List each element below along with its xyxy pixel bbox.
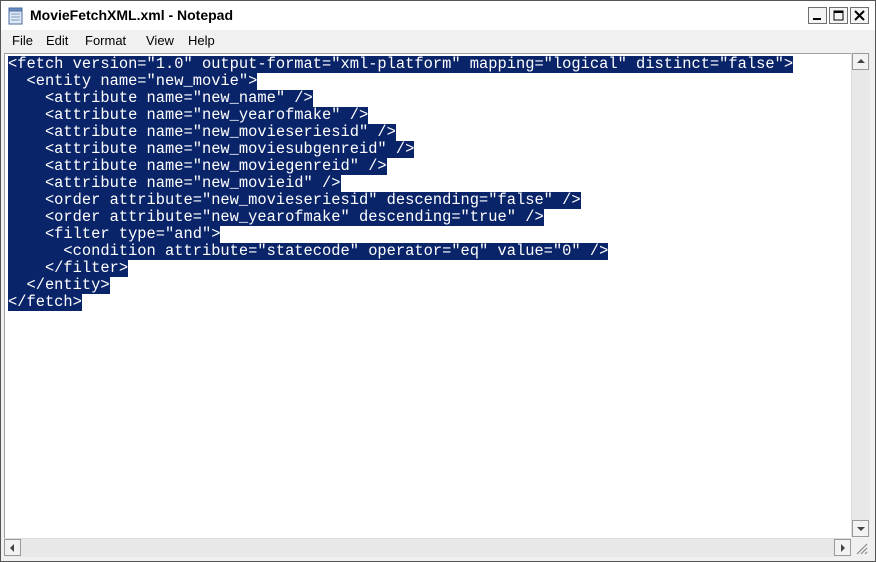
menu-file[interactable]: File: [12, 33, 33, 48]
arrow-right-icon: [841, 544, 845, 552]
text-line[interactable]: <fetch version="1.0" output-format="xml-…: [8, 56, 794, 73]
text-line[interactable]: <order attribute="new_yearofmake" descen…: [8, 209, 544, 226]
arrow-left-icon: [10, 544, 14, 552]
arrow-up-icon: [857, 59, 865, 63]
resize-grip-icon: [856, 543, 868, 555]
menu-format[interactable]: Format: [85, 33, 126, 48]
resize-grip[interactable]: [851, 538, 869, 556]
text-line[interactable]: <attribute name="new_moviegenreid" />: [8, 158, 387, 175]
text-line[interactable]: <condition attribute="statecode" operato…: [8, 243, 609, 260]
arrow-down-icon: [857, 527, 865, 531]
text-line[interactable]: </entity>: [8, 277, 110, 294]
horizontal-scrollbar[interactable]: [4, 538, 851, 557]
menu-edit[interactable]: Edit: [46, 33, 68, 48]
minimize-button[interactable]: [808, 7, 827, 24]
text-line[interactable]: <order attribute="new_movieseriesid" des…: [8, 192, 581, 209]
text-line[interactable]: </filter>: [8, 260, 129, 277]
maximize-button[interactable]: [829, 7, 848, 24]
notepad-window: MovieFetchXML.xml - Notepad File Edit Fo…: [0, 0, 876, 562]
text-line[interactable]: <attribute name="new_movieid" />: [8, 175, 341, 192]
text-editor[interactable]: <fetch version="1.0" output-format="xml-…: [4, 53, 851, 538]
text-line[interactable]: <attribute name="new_moviesubgenreid" />: [8, 141, 415, 158]
vertical-scrollbar[interactable]: [851, 53, 870, 537]
text-line[interactable]: <filter type="and">: [8, 226, 221, 243]
menu-help[interactable]: Help: [188, 33, 215, 48]
close-button[interactable]: [850, 7, 869, 24]
minimize-icon: [813, 18, 821, 20]
notepad-icon[interactable]: [8, 7, 24, 25]
scroll-up-button[interactable]: [852, 53, 869, 70]
text-line[interactable]: <entity name="new_movie">: [8, 73, 258, 90]
text-line[interactable]: </fetch>: [8, 294, 82, 311]
window-title: MovieFetchXML.xml - Notepad: [30, 7, 234, 23]
text-line[interactable]: <attribute name="new_movieseriesid" />: [8, 124, 396, 141]
text-line[interactable]: <attribute name="new_name" />: [8, 90, 313, 107]
close-icon: [854, 10, 865, 21]
scroll-down-button[interactable]: [852, 520, 869, 537]
scroll-right-button[interactable]: [834, 539, 851, 556]
menu-bar: File Edit Format View Help: [1, 30, 875, 52]
maximize-icon: [833, 10, 844, 21]
text-line[interactable]: <attribute name="new_yearofmake" />: [8, 107, 369, 124]
menu-view[interactable]: View: [146, 33, 174, 48]
scroll-left-button[interactable]: [4, 539, 21, 556]
title-bar[interactable]: MovieFetchXML.xml - Notepad: [1, 1, 875, 31]
